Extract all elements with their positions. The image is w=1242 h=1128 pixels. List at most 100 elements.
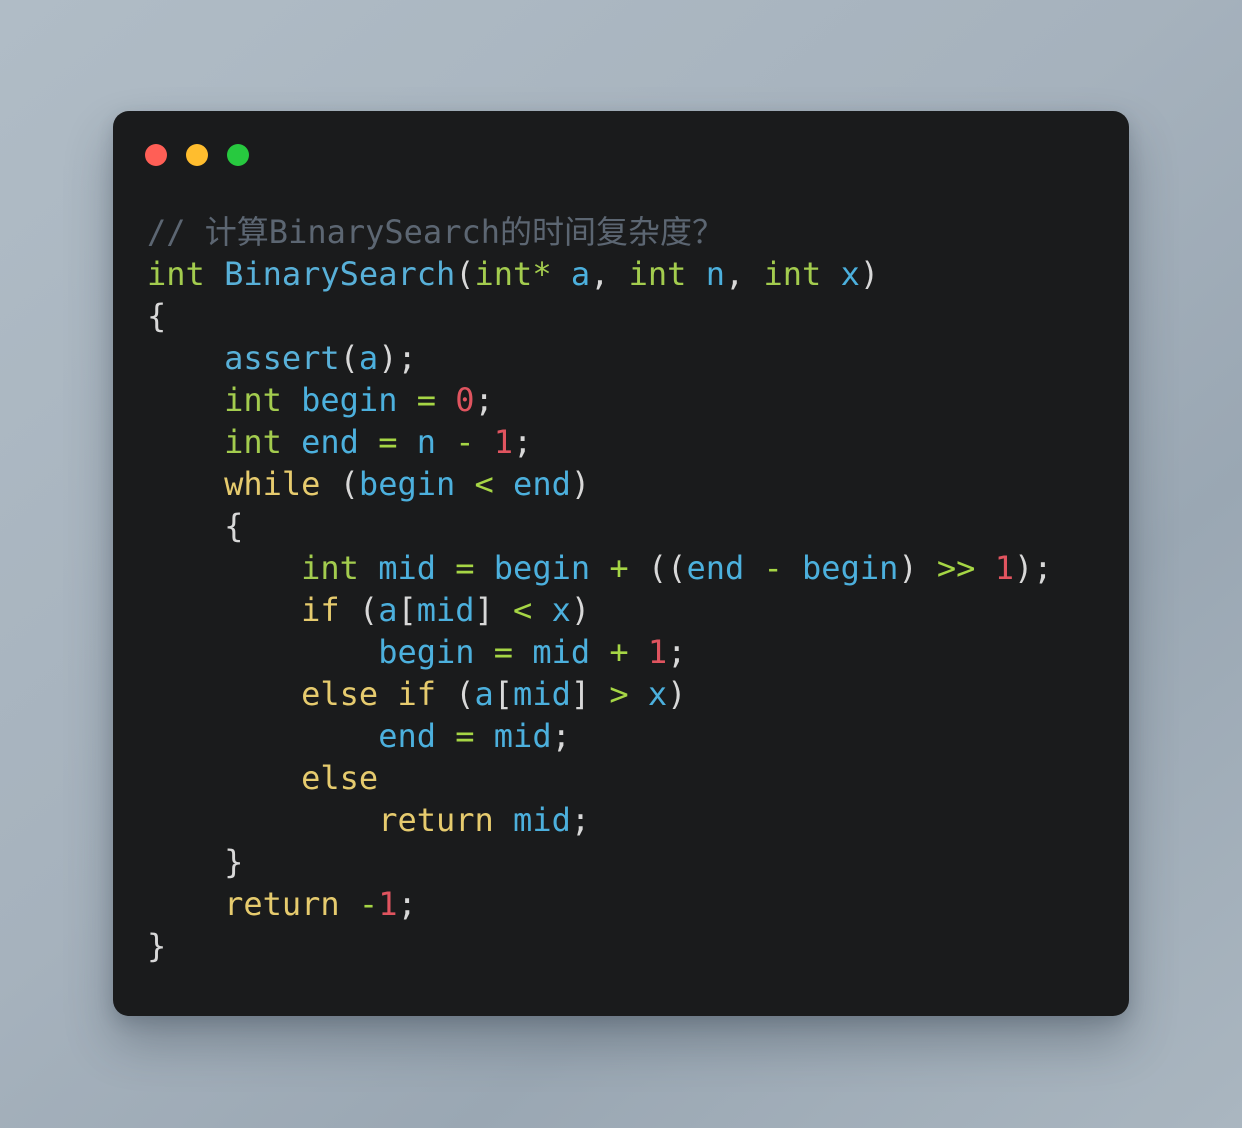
code-token-type: int: [628, 255, 687, 293]
code-token-keyword: while: [224, 465, 321, 503]
code-token-op: >>: [936, 549, 976, 587]
code-token-punct: ]: [474, 591, 494, 629]
code-line: int BinarySearch(int* a, int n, int x): [147, 253, 1129, 295]
code-token-punct: }: [147, 927, 167, 965]
maximize-button-icon[interactable]: [227, 144, 249, 166]
code-token-op: -: [358, 885, 379, 923]
code-token-op: =: [378, 423, 398, 461]
code-token-type: int: [147, 255, 205, 293]
code-token-ident: mid: [378, 549, 436, 587]
code-token-punct: ;: [397, 885, 417, 923]
code-token-num: 0: [455, 381, 475, 419]
code-token-func: assert: [224, 339, 340, 377]
code-token-ident: begin: [301, 381, 398, 419]
code-token-ident: end: [378, 717, 436, 755]
code-token-keyword: return: [224, 885, 340, 923]
traffic-light-buttons: [145, 144, 249, 166]
code-token-ident: n: [416, 423, 436, 461]
code-token-op: +: [609, 633, 629, 671]
code-token-func: BinarySearch: [224, 255, 456, 293]
code-line: if (a[mid] < x): [147, 589, 1129, 631]
code-token-num: 1: [647, 633, 668, 671]
code-token-op: =: [455, 717, 475, 755]
code-line: begin = mid + 1;: [147, 631, 1129, 673]
code-token-punct: }: [224, 843, 244, 881]
code-token-num: 1: [994, 549, 1014, 587]
code-line: while (begin < end): [147, 463, 1129, 505]
code-window: // 计算BinarySearch的时间复杂度？ int BinarySearch…: [113, 111, 1129, 1016]
code-line: // 计算BinarySearch的时间复杂度？: [147, 211, 1129, 253]
code-token-ident: mid: [513, 801, 571, 839]
code-block[interactable]: // 计算BinarySearch的时间复杂度？ int BinarySearch…: [147, 211, 1129, 967]
close-button-icon[interactable]: [145, 144, 167, 166]
code-token-ident: mid: [416, 591, 475, 629]
code-token-punct: ,: [724, 255, 745, 293]
code-line: end = mid;: [147, 715, 1129, 757]
code-token-punct: [: [493, 675, 514, 713]
code-token-punct: ;: [513, 423, 533, 461]
code-token-ident: mid: [513, 675, 571, 713]
code-token-ident: n: [705, 255, 725, 293]
code-token-punct: {: [224, 507, 244, 545]
code-token-op: =: [416, 381, 436, 419]
code-line: return mid;: [147, 799, 1129, 841]
code-token-punct: (: [455, 675, 475, 713]
code-token-punct: ((: [647, 549, 687, 587]
code-token-punct: {: [147, 297, 167, 335]
code-token-ident: begin: [378, 633, 475, 671]
code-token-ident: end: [513, 465, 571, 503]
code-token-ident: begin: [358, 465, 456, 503]
code-token-ident: a: [570, 255, 591, 293]
code-token-ident: mid: [493, 717, 552, 755]
code-token-op: -: [455, 423, 475, 461]
code-token-type: int: [224, 423, 282, 461]
code-token-ident: x: [647, 675, 668, 713]
code-token-punct: ): [570, 591, 591, 629]
code-line: assert(a);: [147, 337, 1129, 379]
code-token-comment: // 计算BinarySearch的时间复杂度？: [147, 213, 724, 251]
window-titlebar: [113, 111, 1129, 203]
code-line: }: [147, 841, 1129, 883]
code-token-keyword: else if: [301, 675, 436, 713]
code-token-ident: x: [551, 591, 571, 629]
code-token-type: int: [224, 381, 282, 419]
code-token-punct: ;: [474, 381, 494, 419]
code-token-type: int: [763, 255, 822, 293]
minimize-button-icon[interactable]: [186, 144, 208, 166]
code-line: else: [147, 757, 1129, 799]
code-line: int begin = 0;: [147, 379, 1129, 421]
code-line: {: [147, 505, 1129, 547]
code-token-punct: ): [898, 549, 918, 587]
